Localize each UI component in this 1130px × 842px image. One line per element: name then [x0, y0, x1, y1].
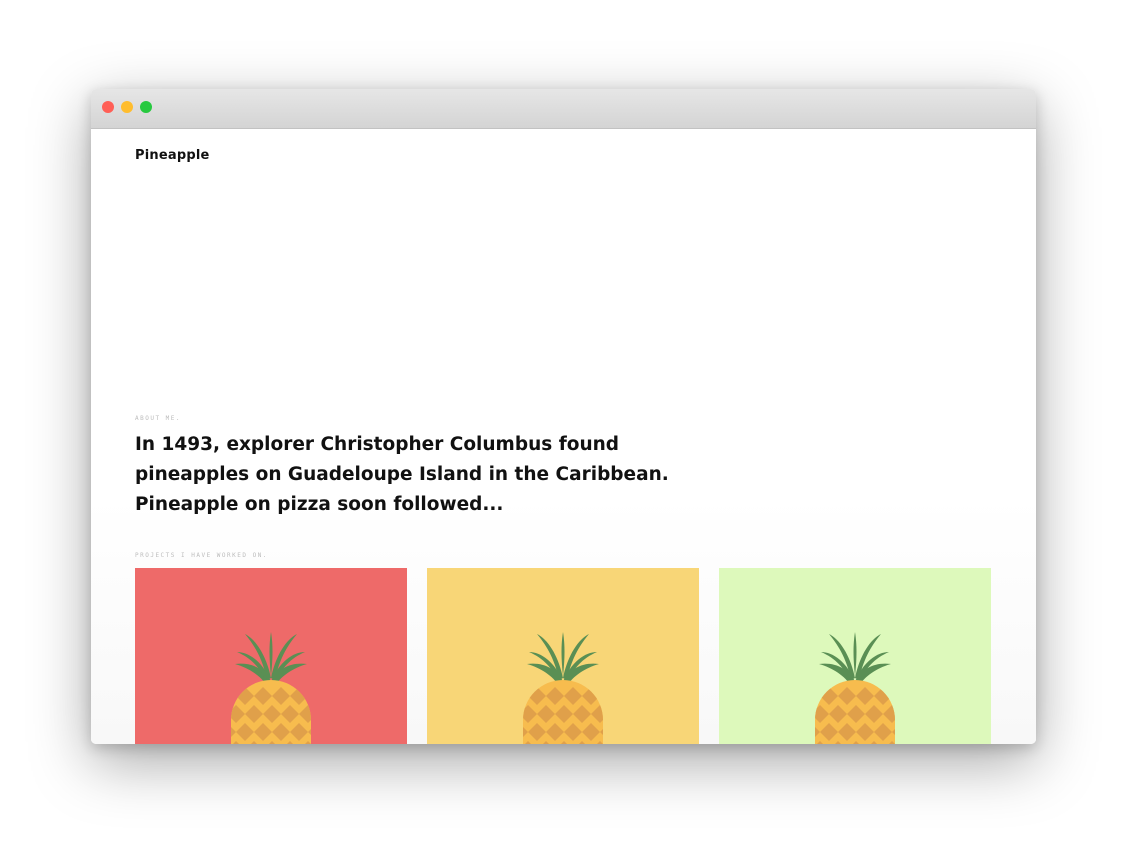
projects-section-label: PROJECTS I HAVE WORKED ON. — [135, 552, 268, 559]
about-section-label: ABOUT ME. — [135, 415, 182, 422]
project-card-1[interactable] — [135, 568, 407, 744]
about-headline: In 1493, explorer Christopher Columbus f… — [135, 434, 669, 515]
pineapple-icon — [815, 628, 895, 744]
page-content: Pineapple ABOUT ME. In 1493, explorer Ch… — [91, 129, 1036, 744]
browser-window: Pineapple ABOUT ME. In 1493, explorer Ch… — [91, 89, 1036, 744]
pineapple-icon — [523, 628, 603, 744]
project-card-2[interactable] — [427, 568, 699, 744]
maximize-window-button[interactable] — [140, 101, 152, 113]
site-logo-link[interactable]: Pineapple — [135, 148, 210, 163]
window-titlebar — [91, 89, 1036, 129]
pineapple-icon — [231, 628, 311, 744]
minimize-window-button[interactable] — [121, 101, 133, 113]
project-card-3[interactable] — [719, 568, 991, 744]
close-window-button[interactable] — [102, 101, 114, 113]
